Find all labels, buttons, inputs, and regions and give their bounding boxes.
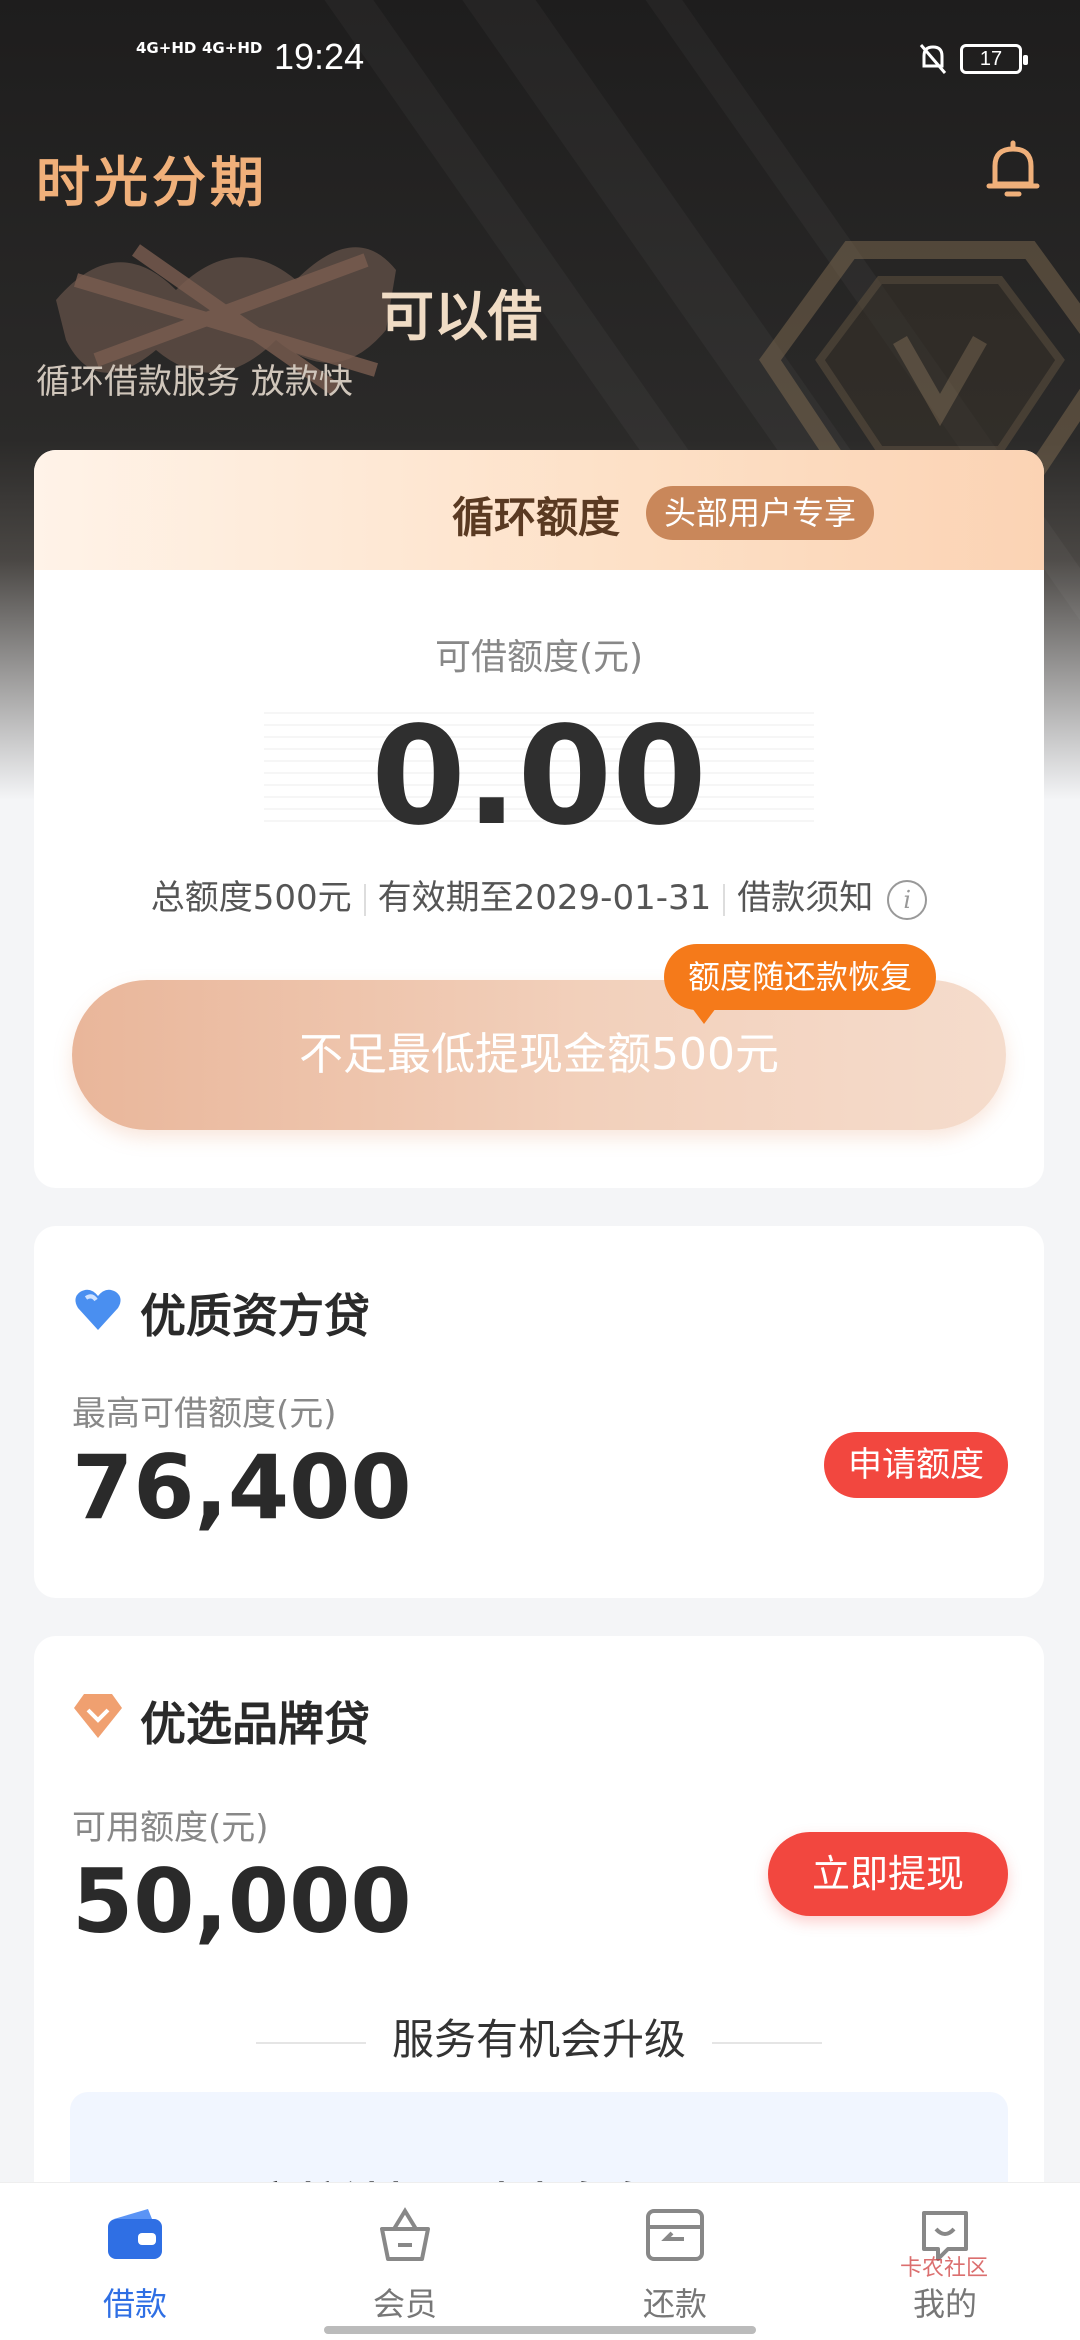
credit-meta-row: 总额度500元 有效期至2029-01-31 借款须知 i: [34, 870, 1044, 920]
product-card-quality: 优质资方贷 最高可借额度(元) 76,400 申请额度: [34, 1226, 1044, 1598]
product-amount: 50,000: [72, 1850, 412, 1953]
credit-header-title: 循环额度: [452, 493, 621, 542]
loan-notice-link[interactable]: 借款须知: [737, 878, 873, 918]
tab-label: 会员: [372, 2285, 437, 2323]
available-amount: 0.00: [371, 698, 707, 856]
signal-4g-icon: 4G+HD: [136, 39, 197, 57]
tab-label: 还款: [642, 2285, 707, 2323]
credit-card-header: 循环额度 头部用户专享: [34, 450, 1044, 570]
heart-icon: [75, 1289, 121, 1330]
section-title: 服务有机会升级: [391, 2015, 686, 2064]
recover-tooltip: 额度随还款恢复: [664, 944, 937, 1024]
product-title: 优选品牌贷: [140, 1697, 370, 1751]
battery-icon: 17: [960, 44, 1028, 74]
tab-loan[interactable]: 借款: [0, 2183, 270, 2340]
apply-limit-button[interactable]: 申请额度: [824, 1432, 1008, 1498]
tab-label: 我的: [912, 2285, 977, 2323]
hero-title: 可以借: [380, 285, 542, 348]
status-bar: 4G+HD 4G+HD 19:24 17: [0, 30, 1080, 90]
home-indicator[interactable]: [324, 2326, 756, 2334]
signal-4g-icon-2: 4G+HD: [202, 39, 263, 57]
tab-label: 借款: [102, 2285, 167, 2323]
wallet-icon: [108, 2209, 162, 2259]
notification-bell-icon[interactable]: [985, 140, 1041, 200]
available-label: 可借额度(元): [434, 637, 644, 678]
diamond-icon: [74, 1694, 122, 1738]
divider: [363, 883, 366, 916]
member-basket-icon: [380, 2207, 430, 2261]
tab-repay[interactable]: 还款: [540, 2183, 810, 2340]
divider-line: [255, 2041, 366, 2044]
mute-bell-icon: [919, 44, 947, 74]
revolving-credit-card: 循环额度 头部用户专享 可借额度(元) 0.00 总额度500元 有效期至2029…: [34, 450, 1044, 1188]
watermark-logo: 卡农社区: [900, 2256, 989, 2281]
divider-line: [712, 2041, 822, 2044]
valid-until: 有效期至2029-01-31: [377, 878, 712, 918]
hero-subtitle: 循环借款服务 放款快: [36, 362, 353, 402]
withdraw-now-button[interactable]: 立即提现: [767, 1832, 1008, 1916]
total-limit: 总额度500元: [150, 878, 352, 918]
tab-member[interactable]: 会员: [270, 2183, 540, 2340]
product-label: 最高可借额度(元): [72, 1394, 337, 1434]
product-amount: 76,400: [72, 1436, 412, 1539]
status-time: 19:24: [274, 36, 365, 77]
product-title: 优质资方贷: [140, 1289, 370, 1343]
repay-card-icon: [646, 2209, 704, 2261]
app-brand: 时光分期: [36, 151, 268, 214]
vip-tag: 头部用户专享: [646, 486, 875, 540]
product-label: 可用额度(元): [72, 1808, 269, 1848]
info-icon[interactable]: i: [887, 879, 928, 920]
section-divider-title: 服务有机会升级: [34, 2006, 1044, 2067]
battery-level: 17: [979, 48, 1003, 70]
divider: [723, 883, 726, 916]
